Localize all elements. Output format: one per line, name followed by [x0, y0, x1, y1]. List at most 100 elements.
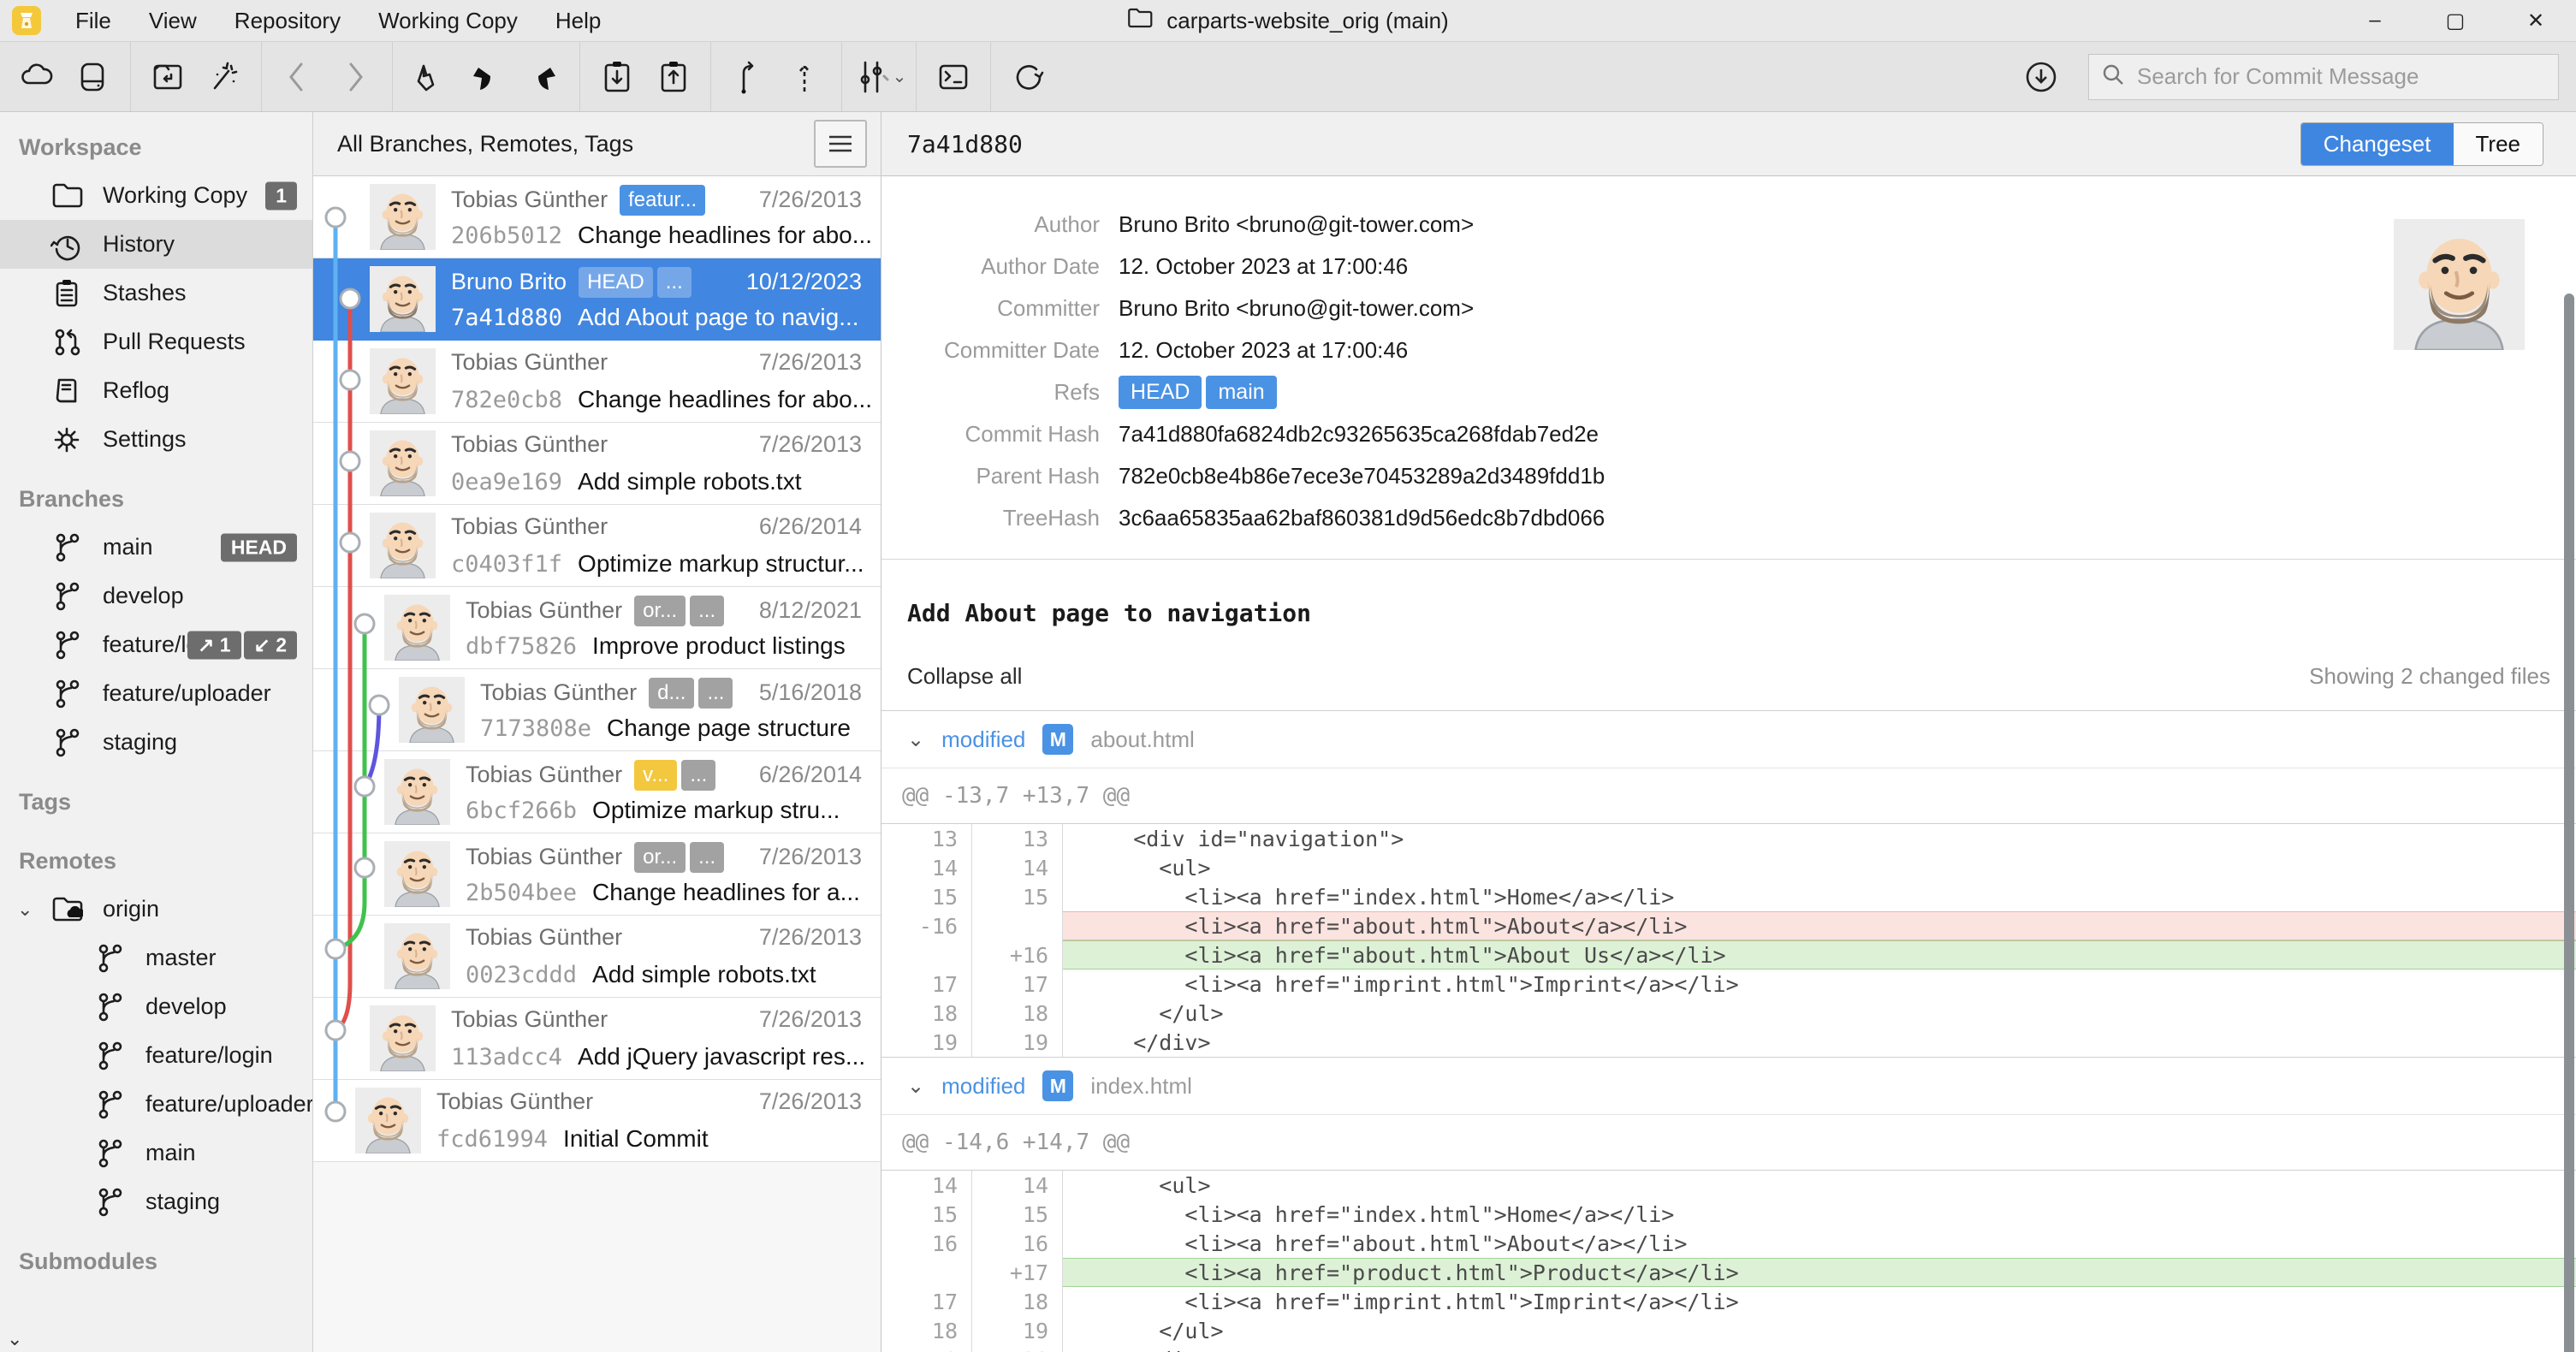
- commit-row[interactable]: Tobias Günther or...... 8/12/2021 dbf758…: [313, 587, 881, 669]
- folder-icon: [50, 179, 84, 213]
- merge-icon[interactable]: [776, 51, 833, 103]
- forward-icon[interactable]: [327, 51, 383, 103]
- stash-icon: [50, 276, 84, 311]
- tree-tab[interactable]: Tree: [2453, 122, 2543, 165]
- menu-view[interactable]: View: [130, 0, 216, 41]
- commit-row[interactable]: Tobias Günther 7/26/2013 113adcc4 Add jQ…: [313, 998, 881, 1080]
- commit-search[interactable]: [2088, 53, 2559, 100]
- hunk-header: @@ -14,6 +14,7 @@: [881, 1115, 2576, 1171]
- sidebar-item-pull-requests[interactable]: Pull Requests: [0, 317, 312, 366]
- commit-hash: 782e0cb8: [451, 386, 563, 413]
- sidebar-item-history[interactable]: History: [0, 220, 312, 269]
- sidebar-item-origin[interactable]: origin ⌄: [0, 885, 312, 934]
- sidebar-item-stashes[interactable]: Stashes: [0, 269, 312, 317]
- sidebar-item-feature-lo-[interactable]: feature/lo... ↗ 1 ↙ 2: [0, 620, 312, 669]
- search-input[interactable]: [2135, 62, 2546, 91]
- commit-row[interactable]: Tobias Günther 7/26/2013 782e0cb8 Change…: [313, 341, 881, 423]
- file-header[interactable]: ⌄ modified M index.html: [881, 1058, 2576, 1115]
- avatar: [355, 1088, 421, 1153]
- file-status: modified: [941, 726, 1026, 752]
- sidebar-item-main[interactable]: main: [0, 1129, 312, 1177]
- branch-icon[interactable]: [720, 51, 776, 103]
- wand-icon[interactable]: [196, 51, 252, 103]
- branch-filter-label[interactable]: All Branches, Remotes, Tags: [337, 131, 633, 157]
- fetch-icon[interactable]: [2013, 51, 2069, 103]
- toolbar-groups: ⌄: [0, 42, 1065, 111]
- commit-date: 5/16/2018: [758, 679, 862, 706]
- branch-icon: [50, 628, 84, 662]
- ref-badge: HEAD: [579, 267, 653, 298]
- meta-row: Committer Bruno Brito <bruno@git-tower.co…: [881, 291, 2576, 325]
- author-avatar: [2394, 219, 2525, 350]
- menu-working-copy[interactable]: Working Copy: [359, 0, 537, 41]
- diff-line-ctx: 17 18 <li><a href="imprint.html">Imprint…: [881, 1287, 2576, 1316]
- close-button[interactable]: ✕: [2496, 0, 2576, 41]
- old-line-number: -16: [881, 911, 972, 940]
- stash-save-icon[interactable]: [645, 51, 702, 103]
- compare-icon[interactable]: ⌄: [851, 51, 907, 103]
- maximize-button[interactable]: ▢: [2415, 0, 2496, 41]
- discard-icon[interactable]: [401, 51, 458, 103]
- sidebar-item-main[interactable]: main HEAD: [0, 523, 312, 572]
- sidebar-item-reflog[interactable]: Reflog: [0, 366, 312, 415]
- sidebar-item-master[interactable]: master: [0, 934, 312, 982]
- sidebar-item-working-copy[interactable]: Working Copy 1: [0, 171, 312, 220]
- terminal-icon[interactable]: [925, 51, 982, 103]
- list-options-button[interactable]: [814, 120, 867, 168]
- collapse-all-link[interactable]: Collapse all: [907, 663, 1022, 690]
- commit-row[interactable]: Tobias Günther 7/26/2013 0ea9e169 Add si…: [313, 423, 881, 505]
- ref-badge: v...: [634, 760, 678, 791]
- file-header[interactable]: ⌄ modified M about.html: [881, 711, 2576, 768]
- commit-hash: fcd61994: [436, 1125, 549, 1153]
- sidebar-item-staging[interactable]: staging: [0, 1177, 312, 1226]
- code-text: </ul>: [1082, 1318, 1224, 1343]
- commit-date: 7/26/2013: [758, 431, 862, 457]
- sidebar-item-staging[interactable]: staging: [0, 718, 312, 767]
- stash-apply-icon[interactable]: [589, 51, 645, 103]
- changeset-tab[interactable]: Changeset: [2300, 122, 2454, 165]
- details-scrollbar[interactable]: [2564, 294, 2574, 1352]
- menu-repository[interactable]: Repository: [216, 0, 359, 41]
- repo-folder-icon: [1127, 7, 1153, 35]
- commit-date: 7/26/2013: [758, 1006, 862, 1032]
- avatar: [370, 184, 436, 250]
- sidebar-section-workspace: Workspace: [19, 134, 142, 160]
- minimize-button[interactable]: –: [2335, 0, 2415, 41]
- refresh-icon[interactable]: [1000, 51, 1056, 103]
- new-line-number: 14: [972, 853, 1063, 882]
- sidebar-section-tags: Tags: [19, 789, 72, 815]
- meta-label: Committer Date: [943, 336, 1100, 363]
- ref-badge-head: HEAD: [1119, 375, 1202, 409]
- commit-hash: 0ea9e169: [451, 468, 563, 495]
- push-icon[interactable]: [514, 51, 571, 103]
- sidebar-item-develop[interactable]: develop: [0, 572, 312, 620]
- commit-row[interactable]: Tobias Günther featur... 7/26/2013 206b5…: [313, 176, 911, 258]
- chevron-down-icon[interactable]: ⌄: [907, 727, 924, 752]
- folder-return-icon[interactable]: [139, 51, 196, 103]
- menu-file[interactable]: File: [56, 0, 130, 41]
- chevron-down-icon[interactable]: ⌄: [17, 898, 33, 921]
- drive-icon[interactable]: [65, 51, 122, 103]
- pull-icon[interactable]: [458, 51, 514, 103]
- ref-badge: ...: [690, 596, 725, 626]
- commit-row[interactable]: Tobias Günther 7/26/2013 0023cddd Add si…: [313, 916, 881, 998]
- sidebar-item-feature-login[interactable]: feature/login: [0, 1031, 312, 1080]
- commit-row[interactable]: Bruno Brito HEAD... 10/12/2023 7a41d880 …: [313, 258, 881, 341]
- commit-row[interactable]: Tobias Günther 6/26/2014 c0403f1f Optimi…: [313, 505, 881, 587]
- cloud-icon[interactable]: [9, 51, 65, 103]
- commit-row[interactable]: Tobias Günther d...... 5/16/2018 7173808…: [313, 669, 881, 751]
- commit-row[interactable]: Tobias Günther v...... 6/26/2014 6bcf266…: [313, 751, 881, 833]
- meta-row: Committer Date 12. October 2023 at 17:00:…: [881, 333, 2576, 367]
- meta-label: Committer: [997, 294, 1100, 321]
- menu-help[interactable]: Help: [537, 0, 620, 41]
- commit-author: Tobias Günther: [480, 679, 638, 706]
- commit-row[interactable]: Tobias Günther or...... 7/26/2013 2b504b…: [313, 833, 881, 916]
- chevron-down-icon[interactable]: ⌄: [907, 1074, 924, 1099]
- commit-author: Tobias Günther: [466, 844, 623, 870]
- commit-row[interactable]: Tobias Günther 7/26/2013 fcd61994 Initia…: [313, 1080, 881, 1162]
- sidebar-item-feature-uploader[interactable]: feature/uploader: [0, 669, 312, 718]
- back-icon[interactable]: [270, 51, 327, 103]
- sidebar-item-settings[interactable]: Settings: [0, 415, 312, 464]
- sidebar-item-develop[interactable]: develop: [0, 982, 312, 1031]
- sidebar-item-feature-uploader[interactable]: feature/uploader: [0, 1080, 312, 1129]
